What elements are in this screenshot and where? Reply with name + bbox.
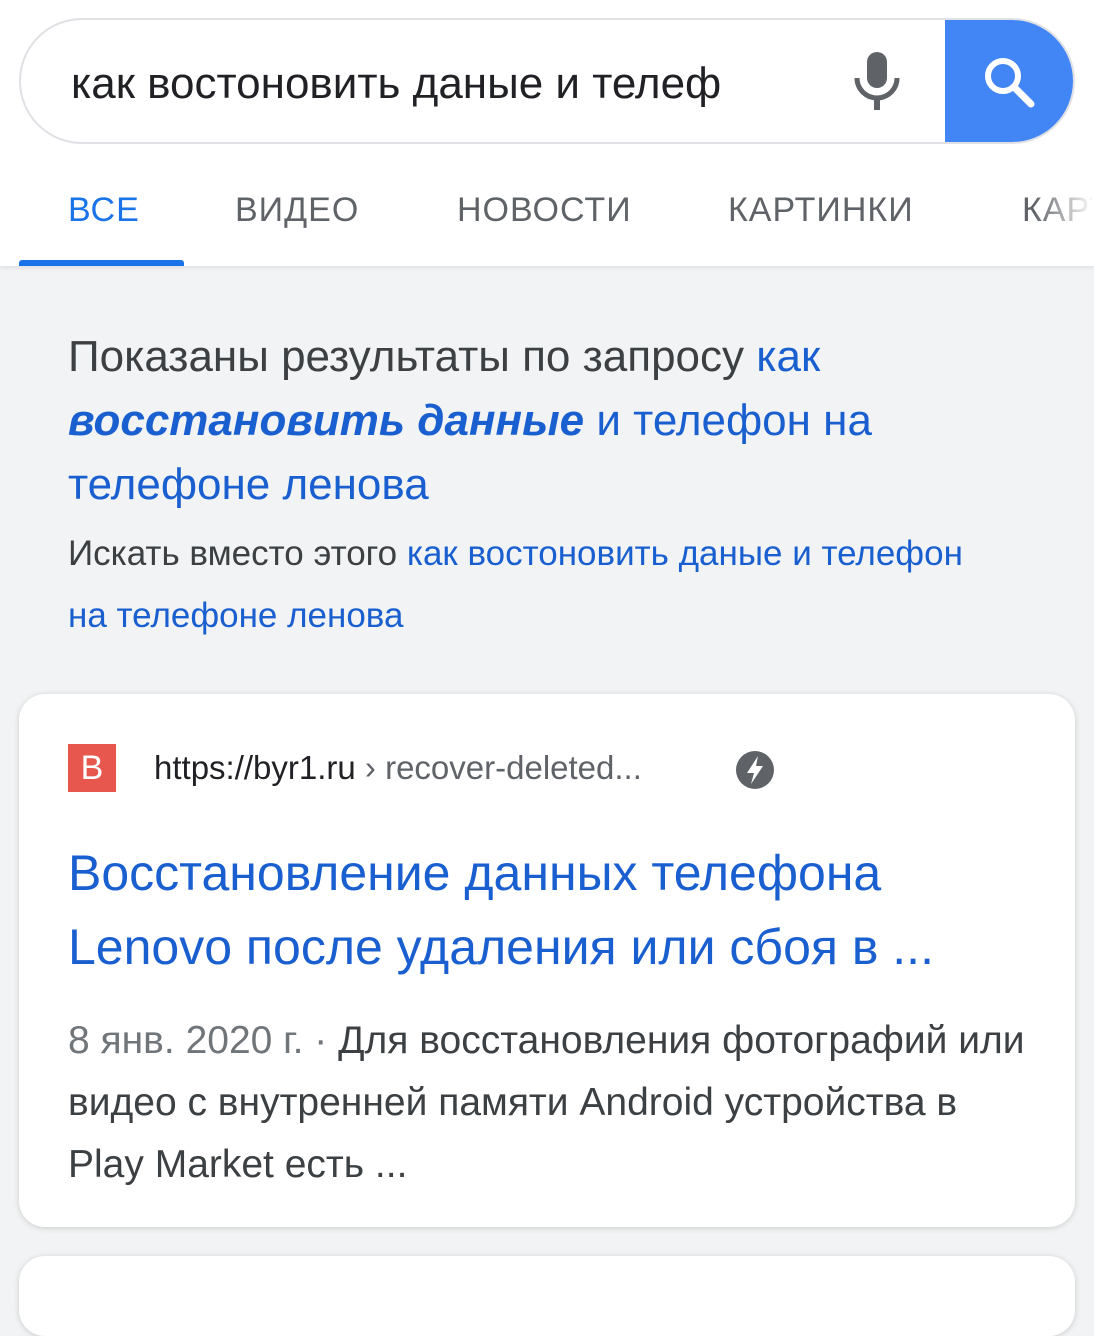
tabs-fade [1034,150,1094,266]
tab-video[interactable]: ВИДЕО [235,190,359,230]
search-tabs: ВСЕ ВИДЕО НОВОСТИ КАРТИНКИ КАРТЫ [0,150,1094,266]
mic-icon[interactable] [847,50,907,112]
search-button[interactable] [945,20,1073,142]
url-path: › recover-deleted... [355,749,642,786]
site-favicon: B [68,744,116,792]
search-instead-label: Искать вместо этого [68,534,407,573]
result-date: 8 янв. 2020 г. [68,1019,304,1062]
search-result-card: B https://byr1.ru › recover-deleted... В… [19,694,1075,1227]
corrected-bold-part: восстановить данные [68,396,585,445]
tab-news[interactable]: НОВОСТИ [457,190,632,230]
result-title[interactable]: Восстановление данных телефона Lenovo по… [68,836,1048,984]
search-instead: Искать вместо этого как востоновить даны… [68,523,968,647]
url-domain: https://byr1.ru [154,749,356,786]
tab-images[interactable]: КАРТИНКИ [728,190,914,230]
result-snippet: 8 янв. 2020 г. · Для восстановления фото… [68,1019,1025,1186]
amp-lightning-icon[interactable] [735,750,775,790]
tab-all[interactable]: ВСЕ [68,190,140,230]
showing-results-label: Показаны результаты по запросу [68,332,757,381]
result-url[interactable]: https://byr1.ru › recover-deleted... [154,746,642,790]
search-input[interactable]: как востоновить даные и телеф [71,56,789,112]
search-box: как востоновить даные и телеф [19,18,1075,144]
spelling-correction: Показаны результаты по запросу как восста… [68,325,968,647]
next-result-card [19,1256,1075,1336]
header: как востоновить даные и телеф ВСЕ ВИДЕО … [0,0,1094,266]
active-tab-indicator [19,260,184,266]
search-icon [985,58,1035,108]
showing-results-for: Показаны результаты по запросу как восста… [68,325,968,517]
